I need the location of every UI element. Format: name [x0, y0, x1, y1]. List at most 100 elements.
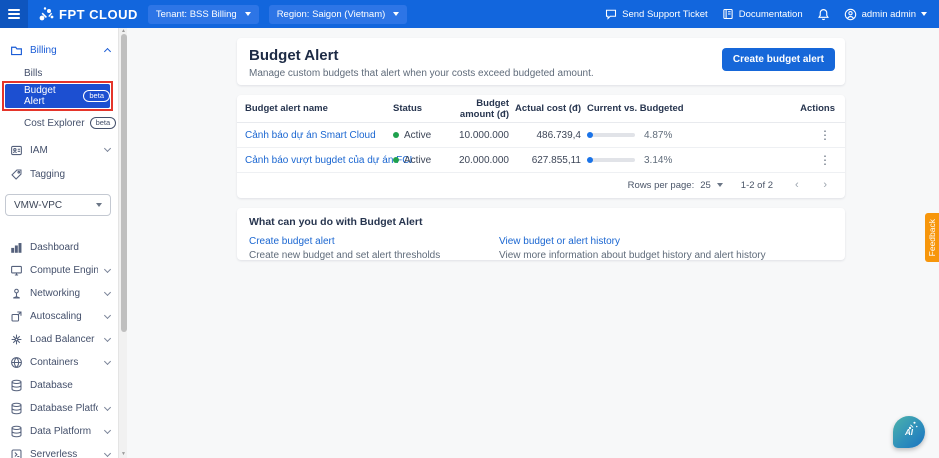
- feedback-tab-button[interactable]: Feedback: [925, 213, 939, 262]
- sidebar-item-compute-engine[interactable]: Compute Engine: [0, 259, 118, 282]
- pagination-range: 1-2 of 2: [740, 179, 774, 191]
- chevron-down-icon: [103, 426, 112, 434]
- chevron-down-icon: [103, 288, 112, 296]
- scroll-down-arrow[interactable]: ▼: [121, 452, 126, 457]
- sidebar-item-database-platform[interactable]: Database Platform: [0, 397, 118, 420]
- chevron-down-icon: [96, 203, 102, 207]
- chevron-down-icon: [103, 144, 112, 153]
- status-active-dot: [393, 157, 399, 163]
- budget-alert-table-card: Budget alert name Status Budget amount (…: [237, 95, 845, 198]
- chevron-down-icon: [103, 334, 112, 342]
- region-selector[interactable]: Region: Saigon (Vietnam): [268, 4, 408, 24]
- database-icon: [10, 379, 23, 392]
- billing-icon: [10, 44, 23, 57]
- progress-dot: [587, 157, 593, 163]
- col-current-vs-budgeted: Current vs. Budgeted: [587, 103, 684, 114]
- alert-name-link[interactable]: Cảnh báo vượt bugdet của dự án FCI: [245, 155, 412, 166]
- col-budget-alert-name: Budget alert name: [245, 103, 328, 114]
- ai-chat-fab-button[interactable]: AI: [893, 416, 925, 448]
- chevron-down-icon: [921, 12, 927, 16]
- fpt-cloud-logo: FPT CLOUD: [38, 6, 138, 22]
- sidebar-item-iam[interactable]: IAM: [0, 138, 118, 162]
- table-header-row: Budget alert name Status Budget amount (…: [237, 95, 845, 123]
- chevron-down-icon: [716, 183, 723, 187]
- containers-icon: [10, 356, 23, 369]
- documentation-icon: [722, 8, 734, 20]
- top-header-bar: FPT CLOUD Tenant: BSS Billing Region: Sa…: [0, 0, 939, 28]
- notifications-button[interactable]: [817, 8, 830, 21]
- tenant-selector[interactable]: Tenant: BSS Billing: [147, 4, 259, 24]
- help-title: What can you do with Budget Alert: [249, 216, 423, 228]
- create-budget-alert-button[interactable]: Create budget alert: [721, 48, 835, 71]
- sidebar-item-bills[interactable]: Bills: [0, 62, 118, 84]
- col-status: Status: [393, 103, 423, 114]
- table-row: Cảnh báo vượt bugdet của dự án FCI Activ…: [237, 148, 845, 173]
- help-card: What can you do with Budget Alert Create…: [237, 208, 845, 261]
- support-ticket-icon: [605, 8, 617, 20]
- data-platform-icon: [10, 425, 23, 438]
- logo-text: FPT CLOUD: [59, 6, 138, 22]
- progress-percent: 3.14%: [644, 154, 673, 166]
- sidebar-item-load-balancer[interactable]: Load Balancer: [0, 328, 118, 351]
- user-menu[interactable]: admin admin: [844, 8, 927, 21]
- chevron-down-icon: [244, 12, 251, 16]
- beta-badge: beta: [83, 90, 110, 102]
- beta-badge: beta: [89, 117, 117, 129]
- status-label: Active: [404, 154, 432, 166]
- sidebar-item-data-platform[interactable]: Data Platform: [0, 420, 118, 443]
- rows-per-page-select[interactable]: Rows per page: 25: [628, 180, 723, 191]
- row-actions-kebab-icon[interactable]: ⋮: [815, 128, 835, 142]
- row-actions-kebab-icon[interactable]: ⋮: [815, 153, 835, 167]
- help-item: Create budget alert Create new budget an…: [249, 236, 499, 261]
- compute-engine-icon: [10, 264, 23, 277]
- table-row: Cảnh báo dự án Smart Cloud Active 10.000…: [237, 123, 845, 148]
- budget-amount-value: 10.000.000: [458, 129, 509, 141]
- create-budget-alert-link[interactable]: Create budget alert: [249, 236, 499, 247]
- col-actions: Actions: [800, 103, 835, 114]
- progress-track: [587, 157, 635, 163]
- page-header-card: Budget Alert Manage custom budgets that …: [237, 38, 845, 85]
- ai-molecule-icon: AI: [905, 421, 918, 437]
- sidebar-item-cost-explorer[interactable]: Cost Explorer beta: [0, 112, 118, 134]
- sidebar-item-serverless[interactable]: Serverless: [0, 443, 118, 458]
- sidebar-item-tagging[interactable]: Tagging: [0, 162, 118, 186]
- sidebar-item-containers[interactable]: Containers: [0, 351, 118, 374]
- sidebar-item-autoscaling[interactable]: Autoscaling: [0, 305, 118, 328]
- hamburger-menu-button[interactable]: [0, 0, 28, 28]
- alert-name-link[interactable]: Cảnh báo dự án Smart Cloud: [245, 130, 376, 141]
- send-support-ticket-button[interactable]: Send Support Ticket: [605, 8, 708, 20]
- vpc-select[interactable]: VMW-VPC: [5, 194, 111, 216]
- documentation-button[interactable]: Documentation: [722, 8, 803, 20]
- serverless-icon: [10, 448, 23, 458]
- bell-icon: [817, 8, 830, 21]
- user-avatar-icon: [844, 8, 857, 21]
- actual-cost-value: 627.855,11: [531, 154, 581, 166]
- scrollbar-thumb[interactable]: [120, 34, 127, 332]
- sidebar-item-dashboard[interactable]: Dashboard: [0, 236, 118, 259]
- sidebar-item-billing[interactable]: Billing: [0, 38, 118, 62]
- table-pagination: Rows per page: 25 1-2 of 2 ‹ ›: [237, 173, 845, 197]
- help-item: View budget or alert history View more i…: [499, 236, 833, 261]
- sidebar-item-database[interactable]: Database: [0, 374, 118, 397]
- view-budget-history-link[interactable]: View budget or alert history: [499, 236, 833, 247]
- fpt-logo-icon: [38, 6, 54, 22]
- budget-amount-value: 20.000.000: [458, 154, 509, 166]
- sidebar-scrollbar[interactable]: ▲ ▼: [118, 28, 127, 458]
- pagination-next-button[interactable]: ›: [819, 179, 831, 191]
- sidebar-nav: Billing Bills Budget Alert beta Cost Exp…: [0, 28, 118, 458]
- dashboard-icon: [10, 241, 23, 254]
- networking-icon: [10, 287, 23, 300]
- hamburger-icon: [8, 9, 20, 19]
- sidebar-item-budget-alert[interactable]: Budget Alert beta: [5, 84, 110, 108]
- chevron-up-icon: [103, 47, 112, 56]
- status-active-dot: [393, 132, 399, 138]
- load-balancer-icon: [10, 333, 23, 346]
- actual-cost-value: 486.739,4: [536, 129, 582, 141]
- tagging-icon: [10, 168, 23, 181]
- iam-icon: [10, 144, 23, 157]
- help-description: Create new budget and set alert threshol…: [249, 250, 441, 261]
- chevron-down-icon: [393, 12, 400, 16]
- chevron-down-icon: [103, 311, 112, 319]
- pagination-prev-button[interactable]: ‹: [791, 179, 803, 191]
- sidebar-item-networking[interactable]: Networking: [0, 282, 118, 305]
